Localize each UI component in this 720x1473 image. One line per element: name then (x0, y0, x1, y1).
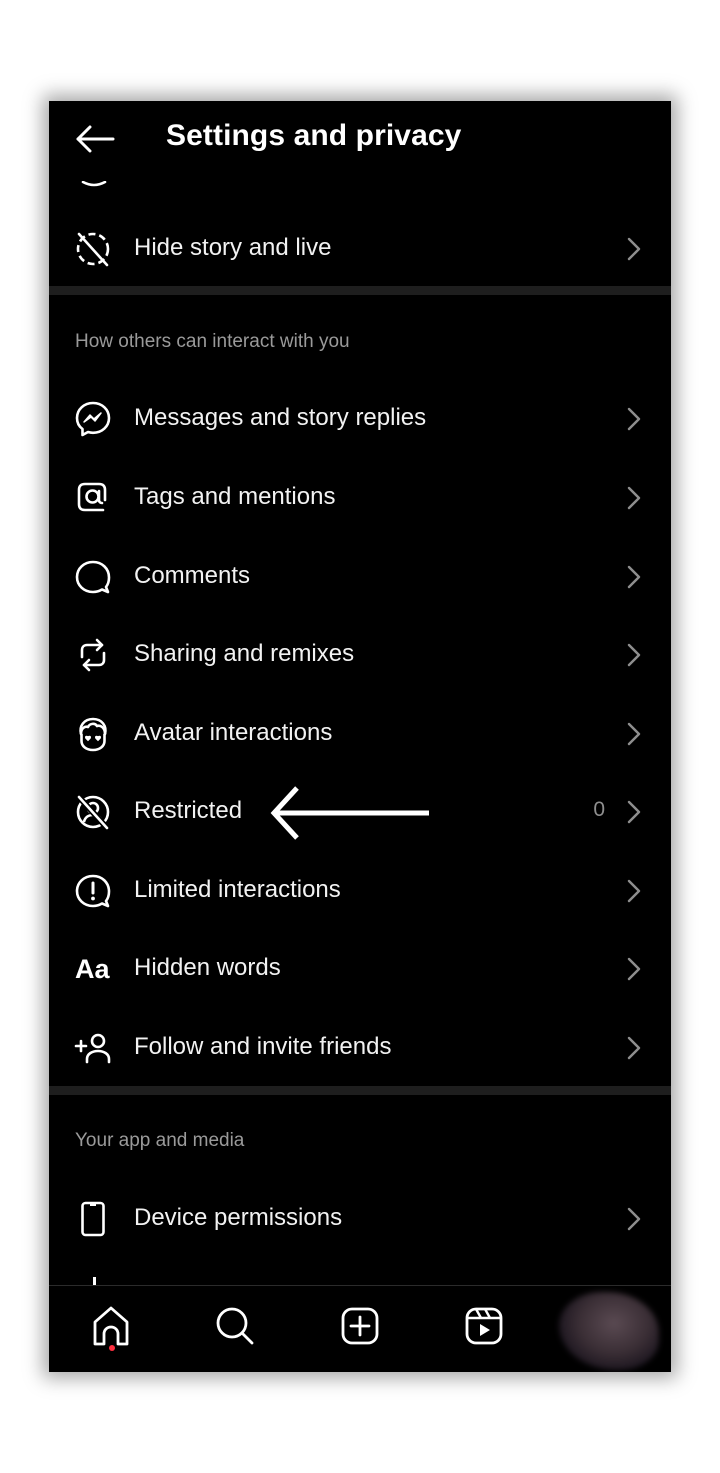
avatar-face-icon (73, 714, 113, 754)
row-device-permissions[interactable]: Device permissions (49, 1179, 671, 1257)
row-messages-and-story-replies[interactable]: Messages and story replies (49, 379, 671, 457)
home-icon[interactable] (89, 1304, 133, 1348)
chevron-right-icon (627, 1036, 641, 1060)
phone-device-icon (73, 1199, 113, 1239)
row-label: Restricted (134, 797, 243, 824)
row-label: Avatar interactions (134, 719, 333, 746)
section-heading-interactions: How others can interact with you (75, 331, 350, 352)
row-sharing-and-remixes[interactable]: Sharing and remixes (49, 615, 671, 693)
row-label: Follow and invite friends (134, 1033, 392, 1060)
row-hide-story-and-live[interactable]: Hide story and live (49, 209, 671, 287)
chevron-right-icon (627, 407, 641, 431)
row-label: Device permissions (134, 1204, 343, 1231)
chevron-right-icon (627, 643, 641, 667)
add-person-icon (73, 1028, 113, 1068)
chevron-right-icon (627, 486, 641, 510)
profile-avatar[interactable] (559, 1292, 659, 1370)
header-bar: Settings and privacy (49, 101, 671, 177)
chevron-right-icon (627, 722, 641, 746)
annotation-arrow-icon (270, 786, 429, 840)
limited-interactions-icon (73, 871, 113, 911)
row-comments[interactable]: Comments (49, 537, 671, 615)
chevron-right-icon (627, 800, 641, 824)
notification-dot (109, 1345, 115, 1351)
reels-icon[interactable] (462, 1304, 506, 1348)
restricted-user-icon (73, 792, 113, 832)
section-separator (49, 286, 671, 295)
section-separator (49, 1086, 671, 1095)
row-label: Comments (134, 562, 251, 589)
hide-story-icon (73, 229, 113, 269)
row-label: Hide story and live (134, 234, 332, 261)
row-label: Tags and mentions (134, 483, 336, 510)
row-label: Sharing and remixes (134, 640, 355, 667)
at-sign-icon (73, 478, 113, 518)
page-title: Settings and privacy (166, 119, 462, 152)
row-tags-and-mentions[interactable]: Tags and mentions (49, 458, 671, 536)
partial-icon (81, 181, 107, 187)
messenger-icon (73, 399, 113, 439)
text-aa-icon: Aa (75, 953, 110, 984)
row-label: Messages and story replies (134, 404, 427, 431)
bottom-nav (49, 1285, 671, 1372)
row-label: Limited interactions (134, 876, 341, 903)
row-limited-interactions[interactable]: Limited interactions (49, 851, 671, 929)
plus-square-icon[interactable] (338, 1304, 382, 1348)
chevron-right-icon (627, 1207, 641, 1231)
row-follow-and-invite-friends[interactable]: Follow and invite friends (49, 1008, 671, 1086)
row-avatar-interactions[interactable]: Avatar interactions (49, 694, 671, 772)
comment-bubble-icon (73, 557, 113, 597)
row-label: Hidden words (134, 954, 281, 981)
section-heading-app-and-media: Your app and media (75, 1130, 245, 1151)
repost-icon (73, 635, 113, 675)
restricted-count: 0 (593, 798, 605, 821)
row-hidden-words[interactable]: Aa Hidden words (49, 929, 671, 1007)
settings-list[interactable]: Hide story and live How others can inter… (49, 101, 671, 1285)
phone-screen: Hide story and live How others can inter… (49, 101, 671, 1372)
chevron-right-icon (627, 879, 641, 903)
chevron-right-icon (627, 565, 641, 589)
partial-next-icon (93, 1277, 96, 1285)
chevron-right-icon (627, 237, 641, 261)
chevron-right-icon (627, 957, 641, 981)
arrow-left-icon[interactable] (73, 121, 117, 157)
search-icon[interactable] (213, 1304, 257, 1348)
